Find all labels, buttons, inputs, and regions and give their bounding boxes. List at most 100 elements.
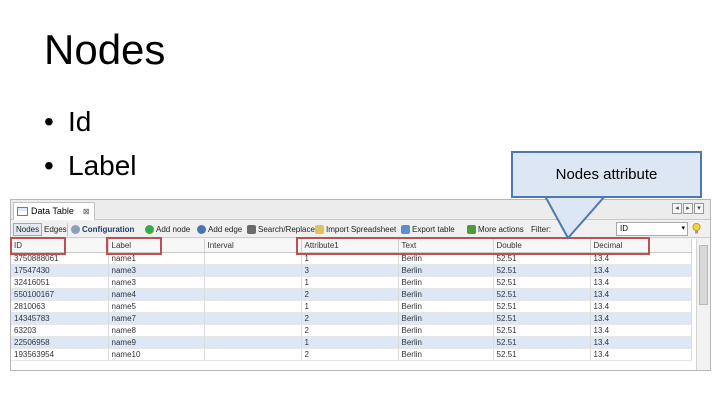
cell-decimal[interactable]: 13.4 (590, 276, 692, 289)
scroll-right-button[interactable]: ▸ (683, 203, 693, 214)
cell-double[interactable]: 52.51 (493, 348, 591, 361)
search-replace-button[interactable]: Search/Replace (247, 223, 315, 236)
cell-id[interactable]: 3750888061 (11, 252, 109, 265)
cell-decimal[interactable]: 13.4 (590, 312, 692, 325)
table-row[interactable]: 193563954 name10 2 Berlin 52.51 13.4 (11, 348, 692, 361)
cell-decimal[interactable]: 13.4 (590, 324, 692, 337)
cell-text[interactable]: Berlin (398, 312, 494, 325)
cell-interval[interactable] (204, 312, 302, 325)
cell-id[interactable]: 22506958 (11, 336, 109, 349)
filter-column-select[interactable]: ID ▾ (616, 222, 688, 236)
cell-text[interactable]: Berlin (398, 264, 494, 277)
cell-attribute1[interactable]: 1 (301, 336, 399, 349)
cell-double[interactable]: 52.51 (493, 336, 591, 349)
table-row[interactable]: 550100167 name4 2 Berlin 52.51 13.4 (11, 288, 692, 301)
lightbulb-icon[interactable] (692, 223, 701, 235)
cell-id[interactable]: 550100167 (11, 288, 109, 301)
cell-text[interactable]: Berlin (398, 300, 494, 313)
add-edge-button[interactable]: Add edge (197, 223, 242, 236)
column-header-double[interactable]: Double (493, 239, 591, 253)
configuration-button[interactable]: Configuration (71, 223, 134, 236)
edges-toggle-button[interactable]: Edges (44, 223, 67, 236)
cell-id[interactable]: 14345783 (11, 312, 109, 325)
cell-double[interactable]: 52.51 (493, 312, 591, 325)
cell-double[interactable]: 52.51 (493, 324, 591, 337)
cell-id[interactable]: 32416051 (11, 276, 109, 289)
cell-double[interactable]: 52.51 (493, 300, 591, 313)
more-actions-button[interactable]: More actions (467, 223, 524, 236)
cell-id[interactable]: 63203 (11, 324, 109, 337)
cell-interval[interactable] (204, 264, 302, 277)
column-header-text[interactable]: Text (398, 239, 494, 253)
table-row[interactable]: 17547430 name3 3 Berlin 52.51 13.4 (11, 264, 692, 277)
cell-text[interactable]: Berlin (398, 288, 494, 301)
cell-decimal[interactable]: 13.4 (590, 300, 692, 313)
bullet-dot: • (44, 106, 54, 137)
cell-text[interactable]: Berlin (398, 348, 494, 361)
cell-attribute1[interactable]: 2 (301, 312, 399, 325)
cell-label[interactable]: name4 (108, 288, 205, 301)
cell-decimal[interactable]: 13.4 (590, 252, 692, 265)
cell-label[interactable]: name9 (108, 336, 205, 349)
table-row[interactable]: 32416051 name3 1 Berlin 52.51 13.4 (11, 276, 692, 289)
cell-attribute1[interactable]: 2 (301, 348, 399, 361)
cell-decimal[interactable]: 13.4 (590, 288, 692, 301)
cell-text[interactable]: Berlin (398, 324, 494, 337)
dropdown-button[interactable]: ▾ (694, 203, 704, 214)
cell-attribute1[interactable]: 1 (301, 252, 399, 265)
cell-double[interactable]: 52.51 (493, 264, 591, 277)
cell-label[interactable]: name3 (108, 264, 205, 277)
close-icon[interactable]: ⊠ (83, 203, 90, 220)
add-node-button[interactable]: Add node (145, 223, 190, 236)
column-header-label[interactable]: Label (108, 239, 205, 253)
cell-text[interactable]: Berlin (398, 276, 494, 289)
cell-interval[interactable] (204, 276, 302, 289)
scrollbar-thumb[interactable] (699, 245, 708, 305)
scroll-left-button[interactable]: ◂ (672, 203, 682, 214)
cell-text[interactable]: Berlin (398, 252, 494, 265)
export-table-button[interactable]: Export table (401, 223, 455, 236)
cell-label[interactable]: name8 (108, 324, 205, 337)
column-header-attribute1[interactable]: Attribute1 (301, 239, 399, 253)
cell-interval[interactable] (204, 336, 302, 349)
cell-decimal[interactable]: 13.4 (590, 264, 692, 277)
bullet-label: • Label (44, 144, 137, 188)
vertical-scrollbar[interactable] (696, 239, 710, 370)
cell-attribute1[interactable]: 2 (301, 324, 399, 337)
chevron-down-icon: ▾ (681, 225, 685, 232)
cell-double[interactable]: 52.51 (493, 288, 591, 301)
cell-interval[interactable] (204, 324, 302, 337)
cell-label[interactable]: name5 (108, 300, 205, 313)
column-header-interval[interactable]: Interval (204, 239, 302, 253)
column-header-decimal[interactable]: Decimal (590, 239, 692, 253)
nodes-toggle-button[interactable]: Nodes (13, 223, 43, 236)
table-row[interactable]: 63203 name8 2 Berlin 52.51 13.4 (11, 324, 692, 337)
cell-attribute1[interactable]: 2 (301, 288, 399, 301)
cell-id[interactable]: 17547430 (11, 264, 109, 277)
cell-attribute1[interactable]: 3 (301, 264, 399, 277)
cell-label[interactable]: name7 (108, 312, 205, 325)
cell-label[interactable]: name10 (108, 348, 205, 361)
cell-label[interactable]: name1 (108, 252, 205, 265)
cell-interval[interactable] (204, 348, 302, 361)
cell-text[interactable]: Berlin (398, 336, 494, 349)
cell-attribute1[interactable]: 1 (301, 276, 399, 289)
table-row[interactable]: 2810063 name5 1 Berlin 52.51 13.4 (11, 300, 692, 313)
table-row[interactable]: 3750888061 name1 1 Berlin 52.51 13.4 (11, 252, 692, 265)
cell-id[interactable]: 2810063 (11, 300, 109, 313)
cell-label[interactable]: name3 (108, 276, 205, 289)
import-spreadsheet-button[interactable]: Import Spreadsheet (315, 223, 396, 236)
cell-decimal[interactable]: 13.4 (590, 336, 692, 349)
table-row[interactable]: 14345783 name7 2 Berlin 52.51 13.4 (11, 312, 692, 325)
table-row[interactable]: 22506958 name9 1 Berlin 52.51 13.4 (11, 336, 692, 349)
cell-double[interactable]: 52.51 (493, 276, 591, 289)
cell-interval[interactable] (204, 288, 302, 301)
column-header-id[interactable]: ID (11, 239, 109, 253)
cell-id[interactable]: 193563954 (11, 348, 109, 361)
tab-data-table[interactable]: Data Table ⊠ (13, 202, 95, 220)
cell-interval[interactable] (204, 300, 302, 313)
cell-interval[interactable] (204, 252, 302, 265)
cell-attribute1[interactable]: 1 (301, 300, 399, 313)
cell-decimal[interactable]: 13.4 (590, 348, 692, 361)
cell-double[interactable]: 52.51 (493, 252, 591, 265)
